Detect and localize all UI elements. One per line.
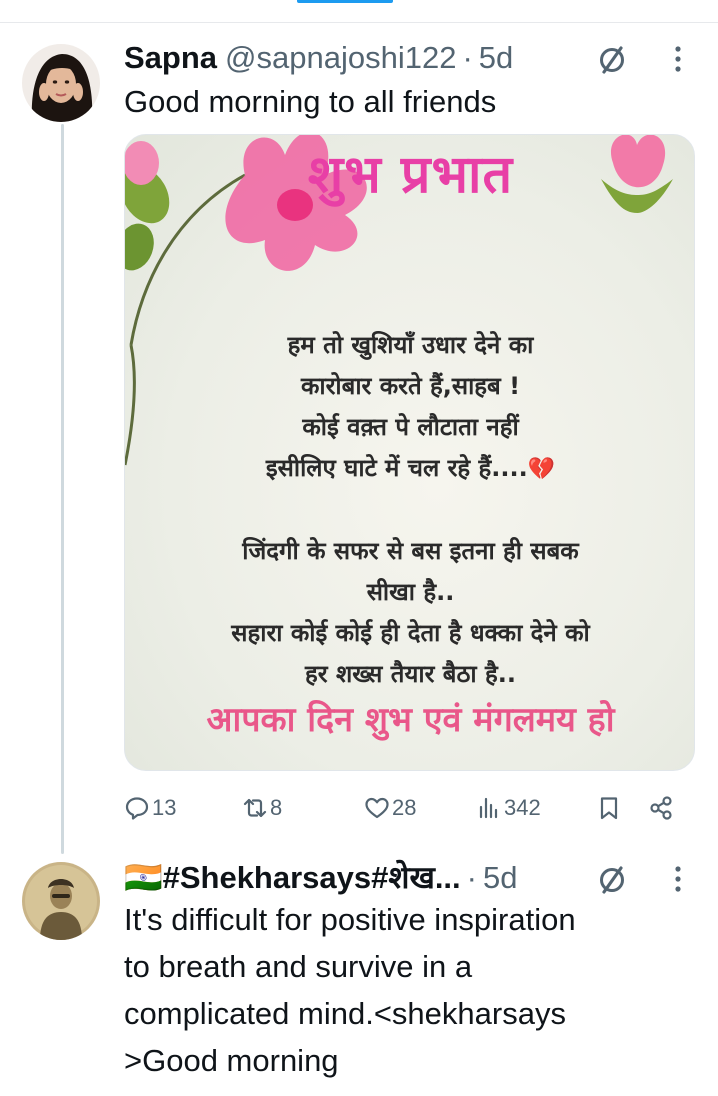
- media-blessing: आपका दिन शुभ एवं मंगलमय हो: [206, 700, 615, 740]
- tweet-text-line: to breath and survive in a: [124, 949, 473, 984]
- more-vertical-icon[interactable]: [670, 44, 686, 74]
- timestamp[interactable]: 5d: [483, 860, 517, 896]
- avatar-shekhar[interactable]: [22, 862, 100, 940]
- views-count: 342: [504, 795, 541, 820]
- tweet-text-line: >Good morning: [124, 1043, 339, 1078]
- tweet-actions-bar: 13 8 28 342: [124, 790, 684, 826]
- bookmark-icon: [600, 797, 618, 820]
- more-vertical-icon[interactable]: [670, 864, 686, 894]
- tweet-text-line: complicated mind.<shekharsays: [124, 996, 566, 1031]
- media-title: शुभ प्रभात: [307, 145, 514, 205]
- repost-button[interactable]: 8: [242, 790, 282, 826]
- reply-icon: [125, 797, 149, 820]
- display-name[interactable]: Sapna: [124, 40, 217, 76]
- user-handle[interactable]: @sapnajoshi122: [225, 40, 456, 76]
- tweet-text-line: It's difficult for positive inspiration: [124, 902, 576, 937]
- avatar-image: [22, 44, 100, 122]
- header-divider: [0, 22, 718, 23]
- tweet2-header: 🇮🇳#Shekharsays#शेख... · 5d: [124, 860, 517, 896]
- poem-line: सहारा कोई कोई ही देता है धक्का देने को: [231, 619, 590, 647]
- bookmark-button[interactable]: [596, 790, 624, 826]
- broken-heart-emoji: 💔: [527, 457, 556, 482]
- poem-line: हम तो खुशियाँ उधार देने का: [287, 331, 534, 359]
- tweet-media-image[interactable]: शुभ प्रभात हम तो खुशियाँ उधार देने का का…: [124, 134, 695, 771]
- poem-stanza-2: जिंदगी के सफर से बस इतना ही सबक सीखा है.…: [125, 531, 694, 695]
- separator-dot: ·: [466, 860, 477, 895]
- poem-line: इसीलिए घाटे में चल रहे हैं....💔: [125, 448, 694, 490]
- grok-slash-icon[interactable]: [596, 862, 630, 896]
- share-icon: [650, 796, 672, 820]
- share-button[interactable]: [648, 790, 676, 826]
- timestamp[interactable]: 5d: [479, 40, 513, 76]
- repost-count: 8: [270, 795, 283, 820]
- poem-line-text: इसीलिए घाटे में चल रहे हैं....: [265, 454, 528, 482]
- tweet1-text: Good morning to all friends: [124, 84, 497, 119]
- repost-icon: [243, 798, 267, 818]
- tweet2-text: It's difficult for positive inspiration …: [124, 896, 576, 1084]
- thread-connector-line: [61, 124, 64, 854]
- poem-line: कोई वक़्त पे लौटाता नहीं: [302, 413, 519, 441]
- reply-button[interactable]: 13: [124, 790, 176, 826]
- active-tab-indicator: [297, 0, 393, 3]
- poem-line: कारोबार करते हैं,साहब !: [300, 372, 521, 400]
- avatar-sapna[interactable]: [22, 44, 100, 122]
- reply-count: 13: [152, 795, 177, 820]
- tweet1-header: Sapna @sapnajoshi122 · 5d: [124, 40, 513, 76]
- poem-line: जिंदगी के सफर से बस इतना ही सबक: [242, 537, 579, 565]
- poem-stanza-1: हम तो खुशियाँ उधार देने का कारोबार करते …: [125, 325, 694, 490]
- separator-dot: ·: [462, 40, 473, 75]
- like-count: 28: [392, 795, 417, 820]
- like-button[interactable]: 28: [364, 790, 416, 826]
- views-icon: [479, 797, 498, 819]
- poem-line: सीखा है..: [366, 578, 455, 606]
- views-button[interactable]: 342: [476, 790, 541, 826]
- avatar-image: [22, 862, 100, 940]
- like-icon: [365, 797, 389, 819]
- poem-line: हर शख्स तैयार बैठा है..: [305, 660, 516, 688]
- grok-slash-icon[interactable]: [596, 42, 630, 76]
- display-name[interactable]: 🇮🇳#Shekharsays#शेख...: [124, 860, 461, 896]
